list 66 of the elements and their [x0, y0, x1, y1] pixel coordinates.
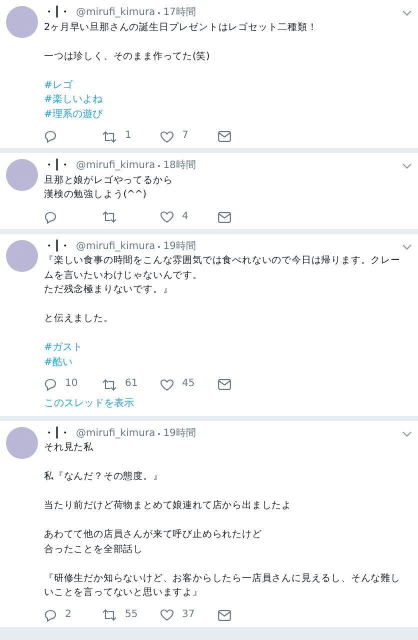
like-count: 7: [182, 129, 188, 144]
retweet-icon[interactable]: [102, 211, 117, 223]
heart-icon[interactable]: [160, 211, 174, 223]
heart-icon[interactable]: [160, 609, 174, 621]
tweet-text: 2ヶ月早い旦那さんの誕生日プレゼントはレゴセット二種類！: [44, 20, 318, 34]
user-handle[interactable]: @mirufi_kimura: [76, 159, 156, 174]
separator-dot: [158, 432, 160, 435]
display-name[interactable]: ・┃・: [44, 240, 70, 254]
tweet-text: あわてて他の店員さんが来て呼び止められたけど: [44, 528, 263, 542]
hashtag-link[interactable]: #理系の遊び: [44, 108, 102, 122]
hashtag-link[interactable]: #酷い: [44, 356, 72, 370]
tweet-text: と伝えました。: [44, 312, 114, 326]
user-handle[interactable]: @mirufi_kimura: [76, 240, 156, 254]
envelope-icon[interactable]: [218, 131, 231, 142]
user-handle[interactable]: @mirufi_kimura: [76, 426, 156, 441]
display-name[interactable]: ・┃・: [44, 426, 70, 441]
timestamp[interactable]: 19時間: [163, 240, 196, 254]
reply-icon[interactable]: [44, 608, 57, 622]
retweet-count: 1: [125, 129, 132, 144]
tweet-text: 当たり前だけど荷物まとめて娘連れて店から出ましたよ: [44, 499, 293, 513]
like-count: 45: [182, 377, 195, 392]
reply-icon[interactable]: [44, 130, 57, 143]
tweet-text: それ見た私: [44, 441, 95, 455]
tweet-text: 一つは珍しく、そのまま作ってた(笑): [44, 50, 211, 64]
tweet-text: ただ残念極まりないです。』: [44, 283, 174, 297]
tweet-text: ムを言いたいわけじゃないんです。: [44, 268, 204, 282]
chevron-down-icon[interactable]: [402, 10, 412, 16]
tweet-text: 旦那と娘がレゴやってるから: [44, 174, 174, 188]
heart-icon[interactable]: [160, 378, 174, 390]
tweet-text: 『楽しい食事の時間をこんな雰囲気では食べれないので今日は帰ります。クレー: [44, 254, 402, 268]
like-count: 4: [182, 210, 188, 224]
timestamp[interactable]: 19時間: [163, 426, 196, 441]
timestamp[interactable]: 18時間: [163, 159, 196, 174]
display-name[interactable]: ・┃・: [44, 6, 70, 20]
reply-count: 2: [65, 608, 72, 622]
retweet-count: 61: [125, 377, 138, 392]
envelope-icon[interactable]: [218, 610, 231, 620]
hashtag-link[interactable]: #楽しいよね: [44, 93, 102, 108]
hashtag-link[interactable]: #ガスト: [44, 341, 82, 356]
separator-dot: [158, 246, 160, 248]
retweet-icon[interactable]: [102, 130, 117, 142]
tweet-text: 私『なんだ？その態度。』: [44, 470, 164, 484]
envelope-icon[interactable]: [218, 212, 231, 222]
hashtag-link[interactable]: #レゴ: [44, 78, 72, 93]
show-thread-link[interactable]: このスレッドを表示: [44, 397, 134, 412]
retweet-icon[interactable]: [102, 609, 117, 621]
display-name[interactable]: ・┃・: [44, 159, 70, 174]
heart-icon[interactable]: [160, 130, 174, 142]
envelope-icon[interactable]: [218, 379, 231, 390]
timestamp[interactable]: 17時間: [163, 6, 196, 20]
retweet-count: 55: [125, 608, 138, 622]
retweet-icon[interactable]: [102, 378, 117, 390]
tweet-text: 『研修生だか知らないけど、お客からしたら一店員さんに見えるし、そんな難し: [44, 572, 402, 586]
reply-icon[interactable]: [44, 210, 57, 224]
reply-count: 10: [65, 377, 78, 392]
chevron-down-icon[interactable]: [402, 430, 412, 437]
tweet-text: 漢検の勉強しよう(^^): [44, 188, 148, 202]
separator-dot: [158, 12, 160, 14]
tweet-text: 合ったことを全部話し: [44, 542, 144, 556]
tweet-text: いことを言ってないと思いますよ』: [44, 586, 204, 600]
user-handle[interactable]: @mirufi_kimura: [76, 6, 156, 20]
chevron-down-icon[interactable]: [402, 163, 412, 170]
chevron-down-icon[interactable]: [402, 244, 412, 250]
reply-icon[interactable]: [44, 378, 57, 391]
like-count: 37: [182, 608, 195, 622]
separator-dot: [158, 165, 160, 168]
